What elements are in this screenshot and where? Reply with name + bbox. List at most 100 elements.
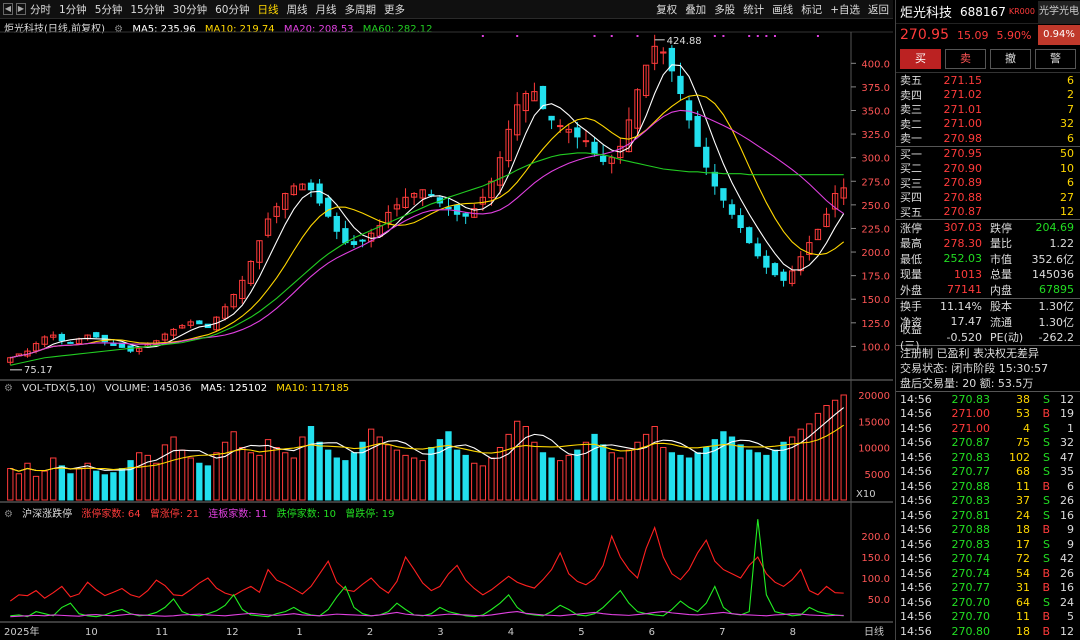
volume-bar xyxy=(505,433,512,501)
tick-time: 14:56 xyxy=(900,610,932,624)
tick-side: S xyxy=(1043,537,1050,551)
volume-bar xyxy=(264,439,272,501)
trade-button-2[interactable]: 撤 xyxy=(990,49,1031,69)
tick-row-10: 14:56 270.83 17 S 9 xyxy=(896,537,1080,552)
volume-bar xyxy=(720,431,727,501)
volume-bar xyxy=(273,447,280,501)
y-tick-label: 175.0 xyxy=(861,272,890,283)
vol-y-tick-label: 20000 xyxy=(858,391,890,402)
tick-time: 14:56 xyxy=(900,407,932,421)
tick-price: 271.00 xyxy=(951,421,991,435)
volume-bar xyxy=(350,452,358,501)
x-tick-label: 2025年 xyxy=(4,625,39,638)
x-tick-label: 7 xyxy=(719,627,725,638)
ask-price: 271.15 xyxy=(943,73,983,87)
stat-label: 流通 xyxy=(990,315,1012,329)
tick-time: 14:56 xyxy=(900,450,932,464)
volume-bar xyxy=(557,460,564,501)
tick-side: B xyxy=(1042,624,1050,638)
volume-bar xyxy=(221,441,229,501)
bid-row-0[interactable]: 买一 270.95 50 xyxy=(896,147,1080,162)
tick-price: 270.70 xyxy=(951,595,991,609)
ask-row-3[interactable]: 卖二 271.00 32 xyxy=(896,117,1080,132)
volume-bar xyxy=(136,452,143,501)
volume-bar xyxy=(325,449,332,501)
ask-price: 271.00 xyxy=(943,117,983,131)
stock-chart[interactable]: 400.0375.0350.0325.0300.0275.0250.0225.0… xyxy=(0,0,893,640)
tick-count: 9 xyxy=(1067,523,1074,537)
tick-side: B xyxy=(1042,610,1050,624)
candle-body xyxy=(591,141,598,155)
volume-bar xyxy=(746,449,753,501)
volume-bar xyxy=(359,441,366,501)
trade-button-3[interactable]: 警 xyxy=(1035,49,1076,69)
candle-body xyxy=(58,333,66,342)
industry-change: 0.94% xyxy=(1038,25,1080,45)
trade-button-1[interactable]: 卖 xyxy=(945,49,986,69)
stat-value: 17.47 xyxy=(950,315,983,329)
volume-bar xyxy=(445,431,452,501)
tick-volume: 38 xyxy=(1016,392,1030,406)
candle-body xyxy=(350,241,358,245)
bid-row-3[interactable]: 买四 270.88 27 xyxy=(896,190,1080,205)
y-tick-label: 275.0 xyxy=(861,177,890,188)
tick-price: 270.83 xyxy=(951,494,991,508)
stat-value: 77141 xyxy=(947,283,982,297)
ask-row-0[interactable]: 卖五 271.15 6 xyxy=(896,73,1080,88)
bid-row-1[interactable]: 买二 270.90 10 xyxy=(896,161,1080,176)
bid-qty: 27 xyxy=(1060,190,1074,204)
volume-bar xyxy=(608,452,615,501)
x-tick-label: 10 xyxy=(85,627,98,638)
ma20-line xyxy=(10,109,845,359)
ask-row-1[interactable]: 卖四 271.02 2 xyxy=(896,88,1080,103)
tick-price: 270.88 xyxy=(951,523,991,537)
tick-row-15: 14:56 270.70 11 B 5 xyxy=(896,610,1080,625)
tick-row-7: 14:56 270.83 37 S 26 xyxy=(896,494,1080,509)
volume-bar xyxy=(634,441,641,501)
volume-bar xyxy=(402,454,409,501)
industry-label[interactable]: 光学光电 xyxy=(1038,0,1080,23)
ask-row-4[interactable]: 卖一 270.98 6 xyxy=(896,131,1080,146)
bid-price: 270.90 xyxy=(943,161,983,175)
bid-row-4[interactable]: 买五 270.87 12 xyxy=(896,205,1080,220)
volume-bar xyxy=(75,468,83,501)
tick-volume: 24 xyxy=(1016,508,1030,522)
stat-value: 67895 xyxy=(1039,283,1074,297)
bid-row-2[interactable]: 买三 270.89 6 xyxy=(896,176,1080,191)
tick-list: 14:56 270.83 38 S 12 14:56 271.00 53 B 19 14:56 271… xyxy=(896,392,1080,639)
trade-button-0[interactable]: 买 xyxy=(900,49,941,69)
tick-price: 270.74 xyxy=(951,552,991,566)
ask-row-2[interactable]: 卖三 271.01 7 xyxy=(896,102,1080,117)
candle-body xyxy=(754,243,761,257)
bid-book: 买一 270.95 50 买二 270.90 10 买三 270.89 6 买四 270.88 27 买… xyxy=(896,147,1080,220)
volume-bar xyxy=(161,444,169,501)
trade-buttons: 买卖撤警 xyxy=(896,46,1080,72)
signal-dot xyxy=(765,35,768,37)
tick-volume: 4 xyxy=(1023,421,1030,435)
tick-volume: 18 xyxy=(1016,523,1030,537)
tick-volume: 17 xyxy=(1016,537,1030,551)
tick-row-9: 14:56 270.88 18 B 9 xyxy=(896,523,1080,538)
volume-bar xyxy=(660,447,667,501)
candle-body xyxy=(582,140,590,143)
zd-down-line xyxy=(10,519,844,618)
tick-price: 270.83 xyxy=(951,392,991,406)
bid-qty: 10 xyxy=(1060,161,1074,175)
y-tick-label: 350.0 xyxy=(861,106,890,117)
volume-bar xyxy=(539,452,547,501)
volume-bar xyxy=(488,457,495,501)
candle-body xyxy=(548,115,555,121)
zd-y-tick-label: 200.0 xyxy=(861,532,890,543)
tick-side: S xyxy=(1043,450,1050,464)
stat-value: -0.520 xyxy=(946,330,982,344)
y-tick-label: 100.0 xyxy=(861,342,890,353)
tick-side: S xyxy=(1043,494,1050,508)
tick-count: 16 xyxy=(1060,508,1074,522)
candle-body xyxy=(599,155,607,162)
stat-value: 145036 xyxy=(1032,267,1074,281)
x-tick-label: 12 xyxy=(226,627,239,638)
stat-label: PE(动) xyxy=(990,331,1024,345)
volume-bar xyxy=(282,452,289,501)
volume-bar xyxy=(58,465,66,501)
volume-bar xyxy=(453,449,461,501)
